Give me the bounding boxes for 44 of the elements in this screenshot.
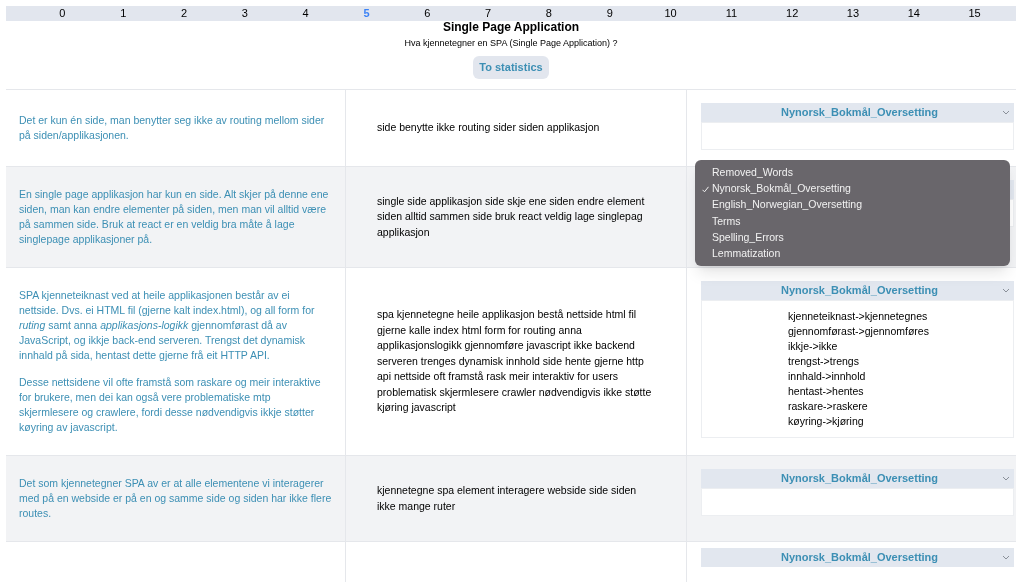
page-number[interactable]: 0	[32, 8, 93, 19]
chevron-icon	[1002, 288, 1010, 293]
replacement-item: raskare->raskere	[788, 399, 868, 414]
replacement-item: gjennomførast->gjennomføres	[788, 324, 929, 339]
page-number[interactable]: 14	[883, 8, 945, 19]
page-number[interactable]: 2	[153, 8, 215, 19]
replacement-item: kjenneteiknast->kjennetegnes	[788, 309, 928, 324]
page-number[interactable]: 4	[275, 8, 337, 19]
page-number[interactable]: 6	[396, 8, 458, 19]
chevron-icon	[1002, 110, 1010, 115]
processed-text: side benytte ikke routing sider siden applikasjon	[377, 120, 600, 136]
page-number[interactable]: 13	[822, 8, 884, 19]
page-number[interactable]: 12	[761, 8, 823, 19]
page-number[interactable]: 11	[700, 8, 762, 19]
processed-text: single side applikasjon side skje ene siden endre element siden alltid sammen side bruk react veldig lage singlepag applikasjon	[377, 193, 646, 240]
answer-text: SPA kjenneteiknast ved at heile applikasjonen består av ei nettside. Dvs. ei HTML fil (gjerne kalt index.html), og all form for ruting samt anna applikasjons-logikk gjennomførast då av JavaScript, og ikkje back-end serveren. Trengst det dynamisk innhald på sida, hentast dette gjerne frå eit HTTP API.	[19, 288, 316, 363]
replacement-item: hentast->hentes	[788, 384, 864, 399]
menu-option[interactable]: Removed_Words	[695, 164, 1010, 181]
page-number[interactable]: 10	[640, 8, 701, 19]
page-title: Single Page Application	[442, 20, 580, 35]
processed-text: kjennetegne spa element interagere webside side siden ikke mange ruter	[377, 483, 638, 514]
chevron-icon	[1002, 476, 1010, 481]
replacement-item: køyring->kjøring	[788, 414, 864, 429]
page-number[interactable]: 8	[518, 8, 580, 19]
answer-text: Det som kjennetegner SPA av er at alle elementene vi interagerer med på en webside er på en og samme side og siden har ikke flere routes.	[19, 476, 332, 521]
menu-option[interactable]: Lemmatization	[695, 245, 1010, 262]
page-number[interactable]: 7	[457, 8, 519, 19]
chevron-icon	[1002, 555, 1010, 560]
page-number[interactable]: 1	[92, 8, 154, 19]
page-number[interactable]: 9	[579, 8, 641, 19]
page-number[interactable]: 15	[944, 8, 1005, 19]
processed-text: spa kjennetegne heile applikasjon bestå nettside html fil gjerne kalle index html form for routing anna applikasjonslogikk gjennomføre javascript ikke backend serveren trenges dynamisk innhold side hente gjerne http api nettside oft framstå rask meir interaktiv for users problematisk skjermlesere crawler nødvendigvis ikke støtte kjøring javascript	[377, 307, 653, 416]
menu-option[interactable]: Nynorsk_Bokmål_Oversetting	[695, 180, 1010, 197]
replacement-item: innhald->innhold	[788, 369, 866, 384]
replacement-item: ikkje->ikke	[788, 339, 838, 354]
menu-option[interactable]: Terms	[695, 212, 1010, 230]
answer-text: Desse nettsidene vil ofte framstå som raskare og meir interaktive for brukere, men dei kan også vere problematiske mtp skjermlesere og crawlere, fordi desse nødvendigvis ikkje støtter køyring av javascript.	[19, 375, 322, 435]
menu-option[interactable]: English_Norwegian_Oversetting	[695, 196, 1010, 213]
replacement-item: trengst->trengs	[788, 354, 859, 369]
question-text: Hva kjennetegner en SPA (Single Page Application) ?	[404, 37, 618, 49]
menu-option[interactable]: Spelling_Errors	[695, 229, 1010, 246]
page-number[interactable]: 3	[214, 8, 276, 19]
answer-text: Det er kun én side, man benytter seg ikke av routing mellom sider på siden/applikasjonen.	[19, 113, 326, 143]
answer-text: En single page applikasjon har kun en side. Alt skjer på denne ene siden, man kan endre elementer på siden, men man vil alltid være på sammen side. Bruk at react er en veldig bra måte å lage singlepage applikasjoner på.	[19, 187, 330, 247]
